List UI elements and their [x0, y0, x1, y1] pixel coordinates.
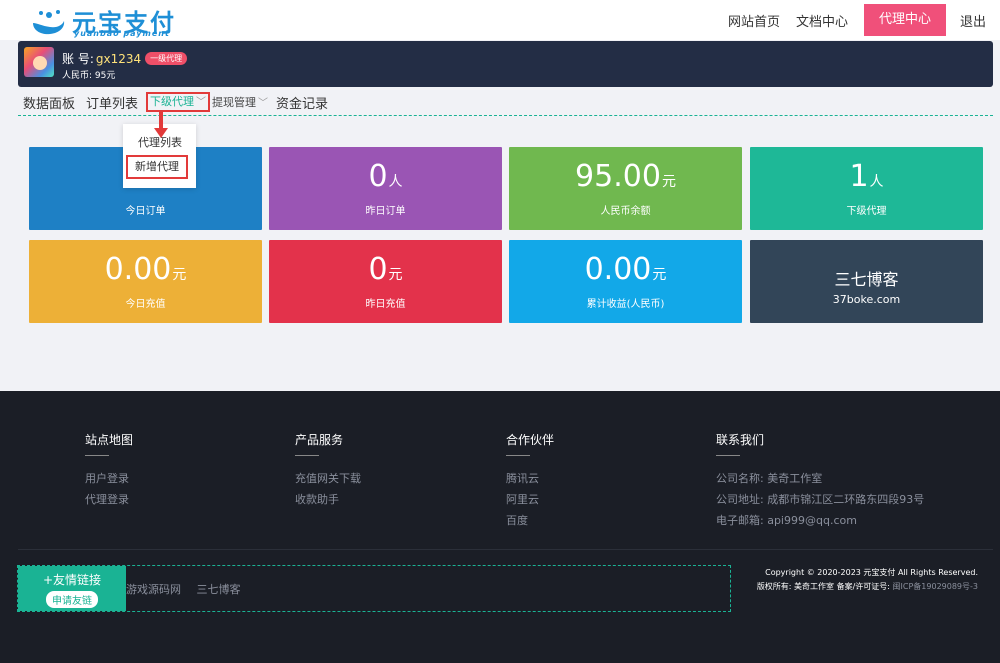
promo-card-37boke[interactable]: 三七博客 37boke.com — [750, 240, 983, 323]
stat-card-rmb-balance: 95.00元 人民币余额 — [509, 147, 742, 230]
avatar[interactable] — [24, 47, 54, 77]
footer-heading-underline — [295, 455, 319, 456]
stat-card-today-recharge: 0.00元 今日充值 — [29, 240, 262, 323]
user-info-bar: 账 号: gx1234 一级代理 人民币: 95元 — [18, 41, 993, 87]
footer-heading-underline — [716, 455, 740, 456]
stat-label: 下级代理 — [846, 206, 887, 217]
dropdown-item-add-agent[interactable]: 新增代理 — [126, 155, 188, 179]
stat-value: 95.00元 — [575, 159, 676, 194]
main-menu: 数据面板 订单列表 下级代理 ﹀ 提现管理 ﹀ 资金记录 — [23, 92, 339, 112]
stat-card-total-earnings: 0.00元 累计收益(人民币) — [509, 240, 742, 323]
promo-url: 37boke.com — [832, 293, 901, 306]
logo-icon — [33, 10, 65, 35]
site-logo[interactable]: 元宝支付 yuanbao payment — [30, 3, 180, 38]
menu-orders[interactable]: 订单列表 — [86, 93, 138, 112]
footer-link-gateway-download[interactable]: 充值网关下载 — [295, 468, 361, 489]
top-header: 元宝支付 yuanbao payment 网站首页 文档中心 代理中心 退出 — [0, 0, 1000, 40]
friend-links-list: 游戏源码网 三七博客 — [126, 581, 253, 597]
annotation-arrow-head — [154, 128, 168, 138]
menu-sub-agents[interactable]: 下级代理 ﹀ — [146, 92, 211, 112]
account-line: 账 号: gx1234 一级代理 — [62, 50, 188, 67]
promo-title: 三七博客 — [834, 270, 899, 289]
footer-link-aliyun[interactable]: 阿里云 — [506, 489, 554, 510]
footer-heading-underline — [85, 455, 109, 456]
footer-col-contact: 联系我们 公司名称: 美奇工作室 公司地址: 成都市锦江区二环路东四段93号 电… — [716, 431, 924, 531]
friend-links-box: +友情链接 申请友链 游戏源码网 三七博客 — [17, 565, 731, 612]
footer-heading: 合作伙伴 — [506, 433, 555, 447]
footer-link-payment-assistant[interactable]: 收款助手 — [295, 489, 361, 510]
contact-address: 公司地址: 成都市锦江区二环路东四段93号 — [716, 493, 925, 506]
owner-line: 版权所有: 美奇工作室 备案/许可证号: 闽ICP备19029089号-3 — [757, 580, 978, 594]
stat-card-yesterday-orders: 0人 昨日订单 — [269, 147, 502, 230]
stat-label: 昨日充值 — [365, 299, 406, 310]
logout-link[interactable]: 退出 — [960, 11, 986, 30]
menu-withdraw[interactable]: 提现管理 ﹀ — [212, 94, 268, 110]
footer-heading: 站点地图 — [85, 433, 134, 447]
stat-value: 0元 — [368, 252, 403, 287]
chevron-down-icon: ﹀ — [196, 97, 207, 108]
logo-subtitle: yuanbao payment — [74, 29, 170, 38]
footer-heading: 产品服务 — [295, 433, 344, 447]
nav-home[interactable]: 网站首页 — [728, 11, 780, 30]
footer-col-sitemap: 站点地图 用户登录 代理登录 — [85, 431, 133, 510]
footer-link-baidu[interactable]: 百度 — [506, 510, 554, 531]
friend-link[interactable]: 游戏源码网 — [126, 583, 181, 596]
top-nav: 网站首页 文档中心 代理中心 退出 — [728, 0, 1000, 40]
apply-friend-link-button[interactable]: 申请友链 — [46, 591, 98, 608]
stat-card-yesterday-recharge: 0元 昨日充值 — [269, 240, 502, 323]
footer-col-products: 产品服务 充值网关下载 收款助手 — [295, 431, 361, 510]
footer-link-agent-login[interactable]: 代理登录 — [85, 489, 133, 510]
stat-value: 0人 — [368, 159, 403, 194]
copyright-text: Copyright © 2020-2023 元宝支付 All Rights Re… — [765, 568, 978, 577]
balance-text: 人民币: 95元 — [62, 71, 116, 81]
friend-links-header: +友情链接 申请友链 — [18, 566, 126, 611]
footer-col-partners: 合作伙伴 腾讯云 阿里云 百度 — [506, 431, 554, 531]
footer-heading: 联系我们 — [716, 433, 765, 447]
agent-level-badge: 一级代理 — [145, 52, 188, 65]
stat-label: 人民币余额 — [600, 206, 651, 217]
stat-label: 昨日订单 — [365, 206, 406, 217]
friend-links-title: +友情链接 — [42, 573, 102, 587]
contact-email: 电子邮箱: api999@qq.com — [716, 514, 857, 527]
nav-docs[interactable]: 文档中心 — [796, 11, 848, 30]
menu-sub-agents-label: 下级代理 — [150, 95, 195, 108]
footer-divider — [18, 549, 993, 550]
footer-heading-underline — [506, 455, 530, 456]
stat-card-sub-agents: 1人 下级代理 — [750, 147, 983, 230]
menu-divider — [18, 115, 993, 116]
stat-value: 0.00元 — [584, 252, 667, 287]
menu-funds[interactable]: 资金记录 — [276, 93, 328, 112]
icp-link[interactable]: 闽ICP备19029089号-3 — [893, 582, 978, 591]
account-name: gx1234 — [95, 51, 142, 66]
menu-withdraw-label: 提现管理 — [212, 96, 257, 109]
stat-label: 今日订单 — [125, 206, 166, 217]
site-footer: 站点地图 用户登录 代理登录 产品服务 充值网关下载 收款助手 合作伙伴 腾讯云… — [0, 391, 1000, 663]
footer-link-tencent-cloud[interactable]: 腾讯云 — [506, 468, 554, 489]
nav-agent-center[interactable]: 代理中心 — [863, 4, 946, 36]
chevron-down-icon: ﹀ — [258, 98, 269, 109]
footer-link-user-login[interactable]: 用户登录 — [85, 468, 133, 489]
contact-company: 公司名称: 美奇工作室 — [716, 472, 823, 485]
menu-dashboard[interactable]: 数据面板 — [23, 93, 75, 112]
friend-link[interactable]: 三七博客 — [197, 583, 241, 596]
owner-text: 版权所有: 美奇工作室 备案/许可证号: — [756, 582, 893, 591]
stat-label: 累计收益(人民币) — [586, 299, 665, 310]
stat-label: 今日充值 — [125, 299, 166, 310]
account-label: 账 号: — [62, 52, 94, 66]
copyright-block: Copyright © 2020-2023 元宝支付 All Rights Re… — [757, 566, 978, 594]
stat-value: 0.00元 — [104, 252, 187, 287]
stat-value: 1人 — [849, 159, 884, 194]
